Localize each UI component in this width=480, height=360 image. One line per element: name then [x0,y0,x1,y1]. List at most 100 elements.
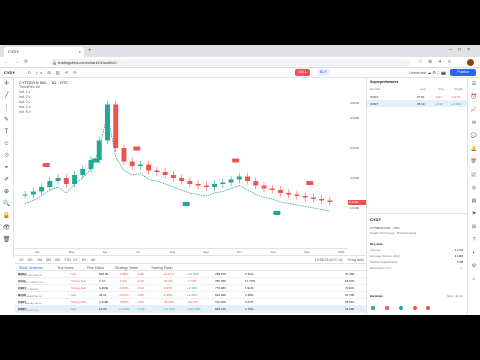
close-icon[interactable]: × [79,49,81,54]
price-plot[interactable] [15,78,348,248]
screener-row[interactable]: CXDY Strong Sell 2.4180 -0.85% -0.02 -35.29% -… [15,299,366,306]
drawing-tool-icon[interactable]: T [0,126,13,138]
new-tab-button[interactable]: + [88,48,92,54]
sidebar-tool-icon[interactable]: ◎ [468,182,480,195]
avatar[interactable] [467,59,474,66]
sidebar-tool-icon[interactable]: ☰ [468,78,480,91]
toolbar-tools[interactable]: D ƒx ⊞ ▥ ⟲ ⟳ [28,70,79,75]
sidebar-tool-icon[interactable]: ? [468,234,480,247]
screener-perf: -30.4% [163,279,173,283]
bottom-tab[interactable]: Strategy Tester [115,266,138,270]
browser-tab[interactable]: CYDY × [4,47,84,57]
sidebar-tool-icon[interactable]: 🔔 [468,143,480,156]
candle-body [121,148,127,162]
chart-area[interactable]: CYTODYN INC. · 1D · OTC TrendFlex S3 Ind… [15,78,366,248]
range-button[interactable]: All [91,258,95,262]
sell-signal-marker[interactable] [133,146,141,151]
screener-change-pct: +2.44% [119,307,130,311]
buy-signal-marker[interactable] [182,202,190,206]
drawing-tool-icon[interactable]: ✎ [0,114,13,126]
drawing-tool-icon[interactable]: ⌖ [0,162,13,174]
toolbar-right[interactable]: Unnamed ☁ ⚙ ⛶ 📷 [409,70,446,75]
screener-row[interactable]: NVDA Sell 520.99 -1.98% -9.90 -23.27% +33.48% 7… [15,271,366,278]
sidebar-tool-icon[interactable]: ▤ [468,195,480,208]
range-button[interactable]: YTD [64,258,71,262]
address-bar: ← → ⟳ 🔒 tradingview.com/chart/OOaz8bC/ ☆… [0,57,480,68]
sidebar-tool-icon[interactable]: ⏰ [468,91,480,104]
candle-body [302,196,308,198]
drawing-tool-icon[interactable]: ⋮ [0,102,13,114]
range-button[interactable]: 5Y [82,258,86,262]
sidebar-tool-icon[interactable]: ⚑ [468,208,480,221]
clock-readout: 12:58:26 (UTC-4) [314,258,342,262]
screener-company-name: CYTODYN INC OTC [18,310,39,312]
earnings-dot[interactable] [384,306,389,310]
drawing-tool-icon[interactable]: ✐ [0,174,13,186]
sell-button[interactable]: SELL [295,69,310,76]
buy-button[interactable]: BUY [316,69,330,76]
url-field[interactable]: 🔒 tradingview.com/chart/OOaz8bC/ [50,59,410,66]
sidebar-tool-icon[interactable]: ✉ [468,117,480,130]
range-button[interactable]: 1M [37,258,42,262]
drawing-tool-icon[interactable]: 🔒 [0,210,13,222]
bottom-tab[interactable]: Stock Screener [19,266,43,270]
sidebar-tool-icon[interactable]: 📈 [468,104,480,117]
reload-icon[interactable]: ⟳ [24,59,28,65]
drawing-tool-icon[interactable]: ╱ [0,90,13,102]
buy-signal-marker[interactable] [273,211,281,215]
drawing-tool-icon[interactable]: ✛ [0,78,13,90]
bottom-tab[interactable]: Trading Panel [151,266,173,270]
screener-row[interactable]: NCMI Sell 39.11 -2.06% -0.82 -5.38% +1.46% 626.… [15,292,366,299]
window-controls[interactable]: –□× [449,47,476,53]
screener-row[interactable]: CXDY Sell 14.06 +2.44% +0.34 +17.45% +131.78% 6… [15,306,366,313]
drawing-tool-icon[interactable]: ☺ [0,138,13,150]
watchlist-title[interactable]: Superperformers [370,80,398,84]
back-icon[interactable]: ← [4,59,9,65]
scale-flags[interactable]: % log auto [347,258,364,262]
symbol-search[interactable]: CYDY [4,70,15,75]
earnings-dot[interactable] [412,306,417,310]
menu-icon[interactable]: ≡ [448,59,451,65]
candle-body [55,178,61,181]
range-button[interactable]: 3M [46,258,51,262]
earnings-dot[interactable] [398,306,403,310]
publish-button[interactable]: Publish [450,69,476,76]
sell-signal-marker[interactable] [232,158,240,163]
screener-row[interactable]: CXDY Strong Sell 0.4650 -6.68% -0.03 -9.27% +1… [15,285,366,292]
sidebar-tool-icon[interactable]: 💬 [468,130,480,143]
puzzle-icon[interactable]: ✦ [438,59,442,65]
watchlist-row[interactable]: NVDA 27.91 -0.24 -0.47% [367,93,467,100]
sidebar-tool-icon[interactable]: 📰 [468,169,480,182]
extension-icon[interactable]: ⊕ [428,59,432,65]
watchlist-row[interactable]: CXDY 25.10 +0.43 +2.46% [367,100,467,107]
earnings-dot[interactable] [426,306,431,310]
price-axis[interactable]: 9.0000 8.0000 6.0000 4.0000 2.0000 2.4340 [348,78,366,248]
drawing-tool-icon[interactable]: 🗑 [0,234,13,246]
sell-signal-marker[interactable] [42,163,50,167]
candle-body [195,184,201,186]
drawing-tool-icon[interactable]: 🔍 [0,198,13,210]
drawing-tool-icon[interactable]: ⊕ [0,186,13,198]
star-icon[interactable]: ☆ [418,59,422,65]
sell-signal-marker[interactable] [306,181,314,185]
range-button[interactable]: 1Y [73,258,77,262]
bottom-tab[interactable]: Pine Editor [87,266,104,270]
candle-body [236,176,242,180]
bottom-tab[interactable]: Text Notes [57,266,74,270]
forward-icon[interactable]: → [14,59,19,65]
sidebar-tool-icon[interactable]: ⊞ [468,221,480,234]
drawing-tool-icon[interactable]: 👁 [0,222,13,234]
sidebar-tool-icon[interactable]: ⚙ [468,260,480,273]
sidebar-tool-icon[interactable]: 📅 [468,156,480,169]
drawing-tool-icon[interactable]: ⟐ [0,150,13,162]
range-button[interactable]: 6M [55,258,60,262]
screener-row[interactable]: CCCL Strong Sell 2.74 -5.2% -0.15 -30.4% -4.79… [15,278,366,285]
earnings-dot[interactable] [371,306,375,310]
time-axis[interactable]: Apr May Jun Jul Aug Sep Oct Nov Dec 2021 [15,248,348,255]
range-button[interactable]: 1D [19,258,23,262]
sidebar-tool-icon[interactable]: ⌂ [468,273,480,286]
sidebar-tool-icon[interactable]: ◐ [468,247,480,260]
range-button[interactable]: 5D [28,258,32,262]
screener-change: -0.15 [137,279,144,283]
buy-signal-marker[interactable] [92,158,100,163]
